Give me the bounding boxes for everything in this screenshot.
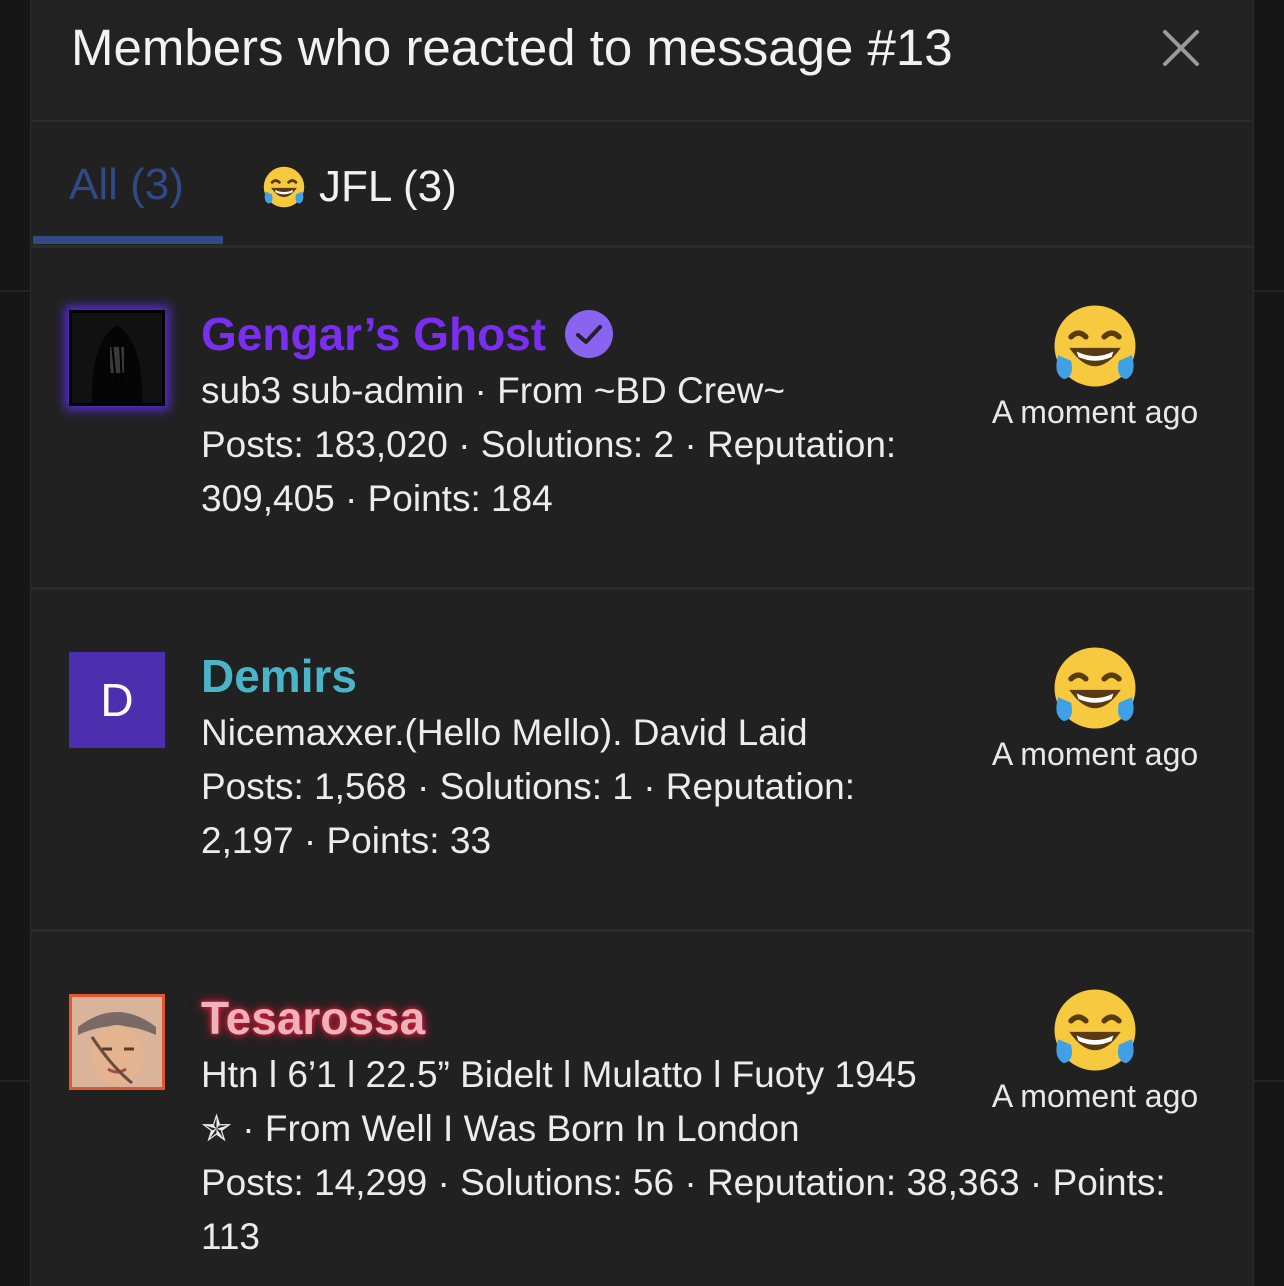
close-icon[interactable] — [1161, 28, 1201, 68]
avatar[interactable] — [69, 994, 165, 1090]
laughing-crying-emoji-icon — [1054, 305, 1136, 387]
member-stats: Posts: 14,299 · Solutions: 56 · Reputati… — [201, 1162, 1166, 1203]
member-row: Gengar’s Ghost sub3 sub-admin · From ~BD… — [31, 248, 1253, 590]
member-title-cont: ✯ · From Well I Was Born In London — [201, 1108, 800, 1149]
laughing-crying-emoji-icon — [263, 166, 305, 208]
reaction-time: A moment ago — [991, 394, 1199, 430]
tab-jfl[interactable]: JFL (3) — [261, 162, 457, 212]
member-name[interactable]: Demirs — [201, 649, 357, 703]
laughing-crying-emoji-icon — [1054, 989, 1136, 1071]
member-row: Tesarossa Htn l 6’1 l 22.5” Bidelt l Mul… — [31, 932, 1253, 1274]
member-row: D Demirs Nicemaxxer.(Hello Mello). David… — [31, 590, 1253, 932]
avatar[interactable] — [69, 310, 165, 406]
laughing-crying-emoji-icon — [1054, 647, 1136, 729]
tab-all[interactable]: All (3) — [69, 160, 184, 210]
member-title: Nicemaxxer.(Hello Mello). David Laid — [201, 712, 808, 753]
member-title: Htn l 6’1 l 22.5” Bidelt l Mulatto l Fuo… — [201, 1054, 917, 1095]
reactions-dialog: Members who reacted to message #13 All (… — [30, 0, 1254, 1286]
member-stats-cont: 309,405 · Points: 184 — [201, 478, 553, 519]
member-stats: Posts: 1,568 · Solutions: 1 · Reputation… — [201, 766, 856, 807]
avatar[interactable]: D — [69, 652, 165, 748]
reaction-time: A moment ago — [991, 736, 1199, 772]
dialog-header: Members who reacted to message #13 — [31, 0, 1253, 122]
verified-badge-icon — [565, 310, 614, 358]
member-name[interactable]: Gengar’s Ghost — [201, 307, 546, 361]
member-stats: Posts: 183,020 · Solutions: 2 · Reputati… — [201, 424, 897, 465]
member-stats-cont: 2,197 · Points: 33 — [201, 820, 492, 861]
reaction-tabs: All (3) JFL (3) — [31, 122, 1253, 248]
active-tab-indicator — [33, 236, 223, 244]
tab-jfl-label: JFL (3) — [319, 162, 457, 211]
member-title: sub3 sub-admin · From ~BD Crew~ — [201, 370, 785, 411]
dialog-title: Members who reacted to message #13 — [71, 19, 953, 76]
member-stats-cont: 113 — [201, 1216, 260, 1257]
member-name[interactable]: Tesarossa — [201, 991, 425, 1045]
reaction-time: A moment ago — [991, 1078, 1199, 1114]
